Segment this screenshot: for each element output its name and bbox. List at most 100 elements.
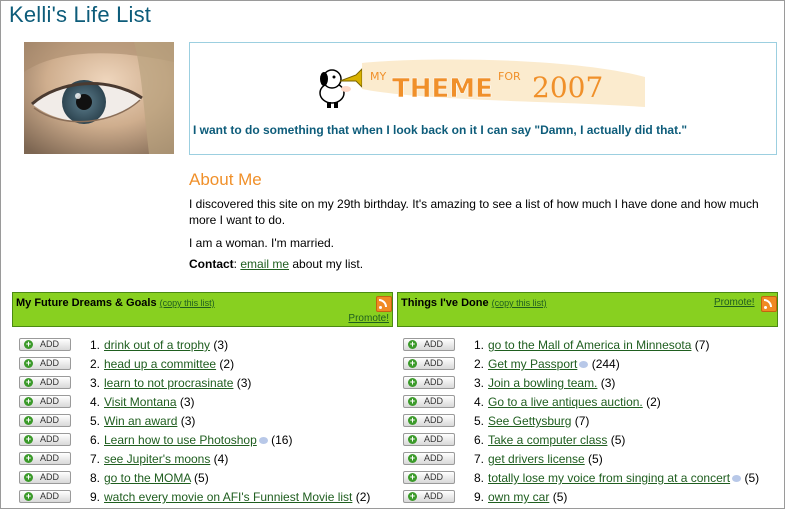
item-count: (2) — [642, 395, 661, 409]
item-link[interactable]: Get my Passport — [488, 357, 577, 371]
item-count: (3) — [597, 376, 616, 390]
item-number: 1. — [89, 338, 100, 352]
svg-text:FOR: FOR — [498, 70, 521, 83]
item-link[interactable]: Visit Montana — [104, 395, 177, 409]
item-text-wrap: go to the Mall of America in Minnesota (… — [488, 338, 709, 352]
about-paragraph-2: I am a woman. I'm married. — [189, 236, 334, 250]
item-link[interactable]: see Jupiter's moons — [104, 452, 210, 466]
svg-text:MY: MY — [370, 70, 386, 83]
add-plus-icon: + — [408, 339, 417, 349]
list-item: + ADD 2. Get my Passport (244) — [403, 357, 778, 376]
add-button[interactable]: + ADD — [403, 395, 455, 408]
item-count: (3) — [176, 395, 195, 409]
dreams-promote-link[interactable]: Promote! — [348, 313, 389, 324]
item-link[interactable]: Join a bowling team. — [488, 376, 597, 390]
add-button[interactable]: + ADD — [19, 338, 71, 351]
done-rss-icon[interactable] — [761, 296, 777, 312]
item-link[interactable]: Take a computer class — [488, 433, 607, 447]
item-link[interactable]: learn to not procrasinate — [104, 376, 233, 390]
add-button-label: ADD — [40, 396, 60, 406]
add-button[interactable]: + ADD — [19, 433, 71, 446]
item-number: 5. — [89, 414, 100, 428]
item-link[interactable]: go to the MOMA — [104, 471, 191, 485]
item-number: 3. — [473, 376, 484, 390]
email-me-link[interactable]: email me — [240, 257, 289, 271]
item-link[interactable]: totally lose my voice from singing at a … — [488, 471, 730, 485]
add-plus-icon: + — [408, 434, 417, 444]
item-link[interactable]: head up a committee — [104, 357, 216, 371]
add-button[interactable]: + ADD — [19, 490, 71, 503]
list-item: + ADD 7. see Jupiter's moons (4) — [19, 452, 394, 471]
add-button[interactable]: + ADD — [403, 376, 455, 389]
item-text-wrap: learn to not procrasinate (3) — [104, 376, 251, 390]
list-item: + ADD 3. Join a bowling team. (3) — [403, 376, 778, 395]
list-item: + ADD 8. totally lose my voice from singing… — [403, 471, 778, 490]
item-link[interactable]: own my car — [488, 490, 549, 504]
item-link[interactable]: drink out of a trophy — [104, 338, 210, 352]
dreams-copy-list-link[interactable]: (copy this list) — [160, 298, 215, 308]
add-button[interactable]: + ADD — [403, 414, 455, 427]
add-plus-icon: + — [408, 396, 417, 406]
add-plus-icon: + — [24, 415, 33, 425]
list-item: + ADD 2. head up a committee (2) — [19, 357, 394, 376]
add-plus-icon: + — [24, 377, 33, 387]
item-link[interactable]: See Gettysburg — [488, 414, 571, 428]
add-plus-icon: + — [24, 339, 33, 349]
item-link[interactable]: get drivers license — [488, 452, 585, 466]
dreams-list-header: My Future Dreams & Goals (copy this list… — [12, 292, 393, 327]
item-text-wrap: Visit Montana (3) — [104, 395, 195, 409]
add-button[interactable]: + ADD — [19, 452, 71, 465]
add-button[interactable]: + ADD — [403, 357, 455, 370]
add-button-label: ADD — [424, 358, 444, 368]
comment-icon[interactable] — [258, 437, 268, 445]
item-text-wrap: Get my Passport (244) — [488, 357, 620, 371]
add-button-label: ADD — [40, 358, 60, 368]
add-button[interactable]: + ADD — [403, 471, 455, 484]
contact-label: Contact — [189, 257, 234, 271]
comment-icon[interactable] — [732, 475, 742, 483]
item-count: (16) — [267, 433, 293, 447]
add-button[interactable]: + ADD — [403, 490, 455, 503]
add-button[interactable]: + ADD — [19, 376, 71, 389]
item-count: (5) — [741, 471, 760, 485]
trumpet-dog-icon — [319, 67, 363, 108]
item-link[interactable]: go to the Mall of America in Minnesota — [488, 338, 691, 352]
item-link[interactable]: watch every movie on AFI's Funniest Movi… — [104, 490, 352, 504]
item-number: 8. — [89, 471, 100, 485]
dreams-rss-icon[interactable] — [376, 296, 392, 312]
item-text-wrap: see Jupiter's moons (4) — [104, 452, 228, 466]
item-link[interactable]: Win an award — [104, 414, 177, 428]
item-number: 5. — [473, 414, 484, 428]
add-button[interactable]: + ADD — [403, 433, 455, 446]
add-button[interactable]: + ADD — [19, 414, 71, 427]
item-link[interactable]: Learn how to use Photoshop — [104, 433, 257, 447]
item-count: (3) — [233, 376, 252, 390]
item-text-wrap: go to the MOMA (5) — [104, 471, 209, 485]
add-button[interactable]: + ADD — [19, 357, 71, 370]
item-text-wrap: Win an award (3) — [104, 414, 195, 428]
add-button[interactable]: + ADD — [403, 452, 455, 465]
item-count: (244) — [588, 357, 620, 371]
done-copy-list-link[interactable]: (copy this list) — [492, 298, 547, 308]
item-text-wrap: Take a computer class (5) — [488, 433, 625, 447]
done-promote-link[interactable]: Promote! — [714, 297, 755, 308]
item-number: 7. — [473, 452, 484, 466]
list-item: + ADD 6. Take a computer class (5) — [403, 433, 778, 452]
item-number: 8. — [473, 471, 484, 485]
item-number: 4. — [89, 395, 100, 409]
add-plus-icon: + — [24, 472, 33, 482]
item-text-wrap: Go to a live antiques auction. (2) — [488, 395, 661, 409]
add-button-label: ADD — [40, 415, 60, 425]
item-text-wrap: head up a committee (2) — [104, 357, 234, 371]
item-link[interactable]: Go to a live antiques auction. — [488, 395, 643, 409]
add-button[interactable]: + ADD — [19, 395, 71, 408]
add-button[interactable]: + ADD — [19, 471, 71, 484]
add-button[interactable]: + ADD — [403, 338, 455, 351]
item-count: (2) — [216, 357, 235, 371]
list-item: + ADD 6. Learn how to use Photoshop (16) — [19, 433, 394, 452]
list-item: + ADD 9. watch every movie on AFI's Funnies… — [19, 490, 394, 509]
item-text-wrap: totally lose my voice from singing at a … — [488, 471, 759, 485]
item-number: 2. — [89, 357, 100, 371]
list-item: + ADD 7. get drivers license (5) — [403, 452, 778, 471]
add-plus-icon: + — [24, 453, 33, 463]
